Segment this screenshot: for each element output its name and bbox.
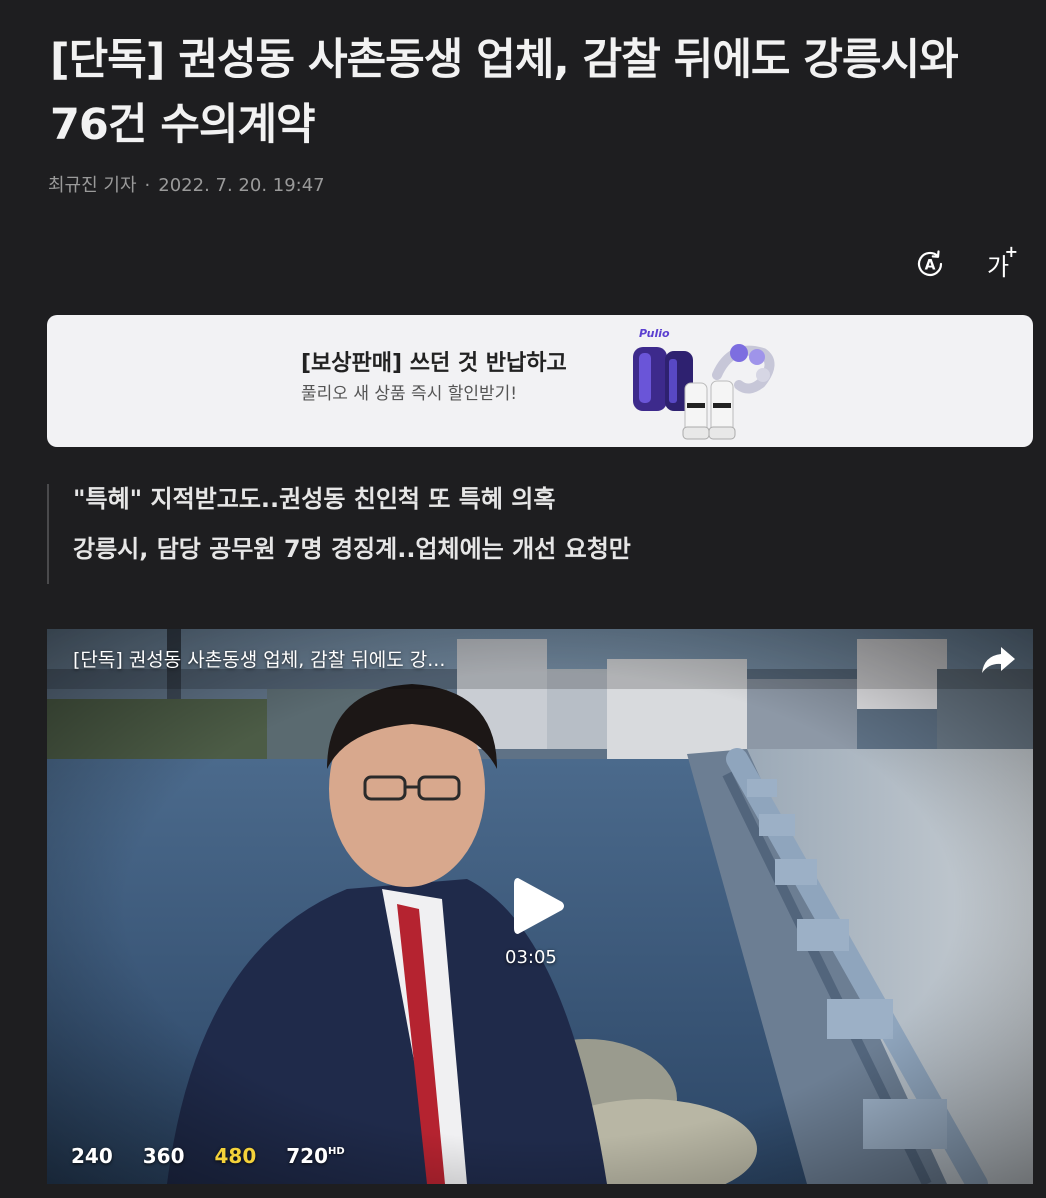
quality-selector: 240 360 480 720HD — [71, 1144, 345, 1168]
video-duration: 03:05 — [505, 947, 557, 968]
article-page: [단독] 권성동 사촌동생 업체, 감찰 뒤에도 강릉시와 76건 수의계약 최… — [0, 0, 1046, 1198]
ad-text: [보상판매] 쓰던 것 반납하고 풀리오 새 상품 즉시 할인받기! — [301, 349, 567, 407]
article-headline: [단독] 권성동 사촌동생 업체, 감찰 뒤에도 강릉시와 76건 수의계약 — [50, 35, 959, 150]
video-title[interactable]: [단독] 권성동 사촌동생 업체, 감찰 뒤에도 강... — [73, 647, 445, 673]
hd-badge: HD — [328, 1146, 345, 1157]
play-button[interactable] — [510, 874, 566, 938]
share-button[interactable] — [979, 643, 1017, 677]
share-icon — [982, 647, 1015, 673]
article-toolbar: A 가 + — [912, 242, 1018, 284]
quality-720-label: 720 — [286, 1144, 328, 1168]
svg-text:A: A — [925, 258, 936, 274]
video-player[interactable]: [단독] 권성동 사촌동생 업체, 감찰 뒤에도 강... 03:05 240 … — [47, 629, 1033, 1184]
reporter-name[interactable]: 최규진 기자 — [48, 175, 137, 196]
quality-480[interactable]: 480 — [215, 1144, 257, 1168]
play-icon — [514, 878, 564, 934]
auto-summary-button[interactable]: A — [912, 246, 948, 282]
byline-separator: · — [144, 175, 151, 196]
article-summary: "특혜" 지적받고도..권성동 친인척 또 특혜 의혹 강릉시, 담당 공무원 … — [47, 484, 631, 584]
quality-720[interactable]: 720HD — [286, 1144, 344, 1168]
ad-title: [보상판매] 쓰던 것 반납하고 — [301, 351, 567, 376]
summary-line-1: "특혜" 지적받고도..권성동 친인척 또 특혜 의혹 — [73, 485, 556, 513]
summary-line-2: 강릉시, 담당 공무원 7명 경징계..업체에는 개선 요청만 — [73, 535, 631, 563]
ad-subtitle: 풀리오 새 상품 즉시 할인받기! — [301, 384, 518, 404]
quality-240[interactable]: 240 — [71, 1144, 113, 1168]
ad-product-image — [633, 344, 775, 440]
publish-date: 2022. 7. 20. 19:47 — [158, 175, 325, 196]
quality-360[interactable]: 360 — [143, 1144, 185, 1168]
font-size-button[interactable]: 가 + — [978, 242, 1018, 282]
font-size-plus: + — [1004, 242, 1018, 261]
byline: 최규진 기자 · 2022. 7. 20. 19:47 — [48, 174, 325, 198]
auto-summary-icon: A — [917, 250, 943, 277]
ad-banner[interactable]: [보상판매] 쓰던 것 반납하고 풀리오 새 상품 즉시 할인받기! Pulio — [47, 315, 1033, 447]
